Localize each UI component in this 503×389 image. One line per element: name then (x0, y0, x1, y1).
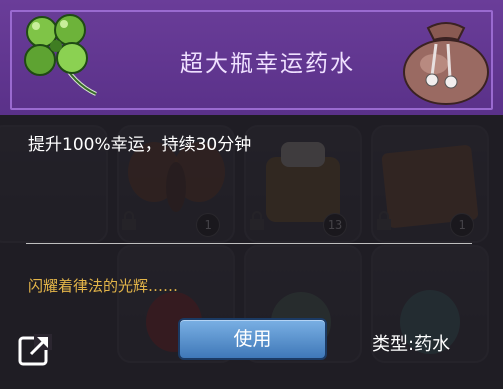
divider (26, 243, 472, 244)
item-description: 提升100%幸运，持续30分钟 (28, 135, 252, 155)
item-title: 超大瓶幸运药水 (180, 51, 355, 77)
item-type-label: 类型:药水 (372, 334, 451, 355)
flavor-text: 闪耀着律法的光辉…… (28, 277, 179, 295)
use-button[interactable]: 使用 (178, 318, 327, 360)
pouch-icon (403, 22, 489, 105)
export-icon[interactable] (17, 332, 53, 368)
item-header: 超大瓶幸运药水 (0, 0, 503, 115)
four-leaf-clover-icon (24, 14, 97, 96)
